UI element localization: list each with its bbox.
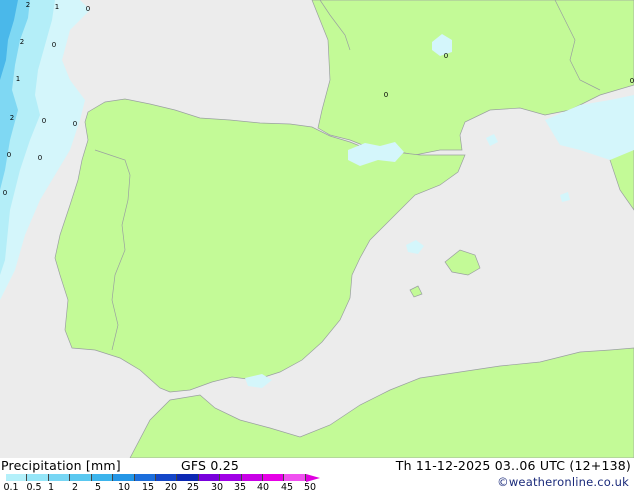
- legend-swatch: [177, 474, 199, 481]
- sea-precip-value: 0: [52, 41, 56, 49]
- legend-tick-label: 20: [164, 482, 178, 493]
- map-title: Precipitation [mm]: [1, 458, 121, 473]
- land-precip-value: 0: [444, 52, 448, 60]
- model-name: GFS 0.25: [181, 458, 239, 473]
- legend-swatch: [91, 474, 114, 481]
- legend-swatch: [263, 474, 285, 481]
- sea-precip-value: 0: [3, 189, 7, 197]
- legend-swatch: [113, 474, 135, 481]
- legend-tick-label: 45: [280, 482, 294, 493]
- sea-precip-value: 0: [38, 154, 42, 162]
- sea-precip-value: 2: [20, 38, 24, 46]
- legend-tick-label: 50: [303, 482, 317, 493]
- land-precip-value: 0: [630, 77, 634, 85]
- legend-swatch: [155, 474, 178, 481]
- legend-tick-label: 30: [210, 482, 224, 493]
- legend-tick-label: 40: [256, 482, 270, 493]
- credit-link[interactable]: ©weatheronline.co.uk: [497, 475, 629, 489]
- legend-swatch: [241, 474, 264, 481]
- legend-tick-label: 35: [233, 482, 247, 493]
- legend-swatch: [27, 474, 49, 481]
- legend-tick-label: 25: [186, 482, 200, 493]
- legend-swatch: [134, 474, 156, 481]
- sea-precip-value: 2: [26, 1, 30, 9]
- legend-tick-label: 0.5: [26, 482, 42, 493]
- color-legend-bar: [6, 474, 306, 481]
- legend-arrow: [306, 474, 320, 482]
- legend-swatch: [70, 474, 92, 481]
- map-footer: Precipitation [mm] GFS 0.25 Th 11-12-202…: [0, 458, 634, 493]
- sea-precip-value: 2: [10, 114, 14, 122]
- sea-precip-value: 0: [42, 117, 46, 125]
- precipitation-map: 2 1 0 2 0 1 2 0 0 0 0 0 0 0 0: [0, 0, 634, 458]
- legend-swatch: [6, 474, 28, 481]
- legend-swatch: [220, 474, 242, 481]
- legend-swatch: [48, 474, 71, 481]
- legend-tick-label: 0.1: [3, 482, 19, 493]
- map-svg: 2 1 0 2 0 1 2 0 0 0 0 0 0 0 0: [0, 0, 634, 458]
- legend-tick-label: 15: [141, 482, 155, 493]
- sea-precip-value: 0: [7, 151, 11, 159]
- legend-swatch: [284, 474, 306, 481]
- legend-tick-label: 2: [71, 482, 79, 493]
- legend-tick-label: 10: [117, 482, 131, 493]
- valid-time: Th 11-12-2025 03..06 UTC (12+138): [395, 458, 631, 473]
- land-precip-value: 0: [384, 91, 388, 99]
- legend-swatch: [198, 474, 221, 481]
- sea-precip-value: 1: [16, 75, 20, 83]
- legend-tick-label: 1: [47, 482, 55, 493]
- sea-precip-value: 0: [86, 5, 90, 13]
- legend-tick-labels: 0.1 0.5 1 2 5 10 15 20 25 30 35 40 45 50: [0, 482, 340, 493]
- sea-precip-value: 1: [55, 3, 59, 11]
- legend-tick-label: 5: [94, 482, 102, 493]
- sea-precip-value: 0: [73, 120, 77, 128]
